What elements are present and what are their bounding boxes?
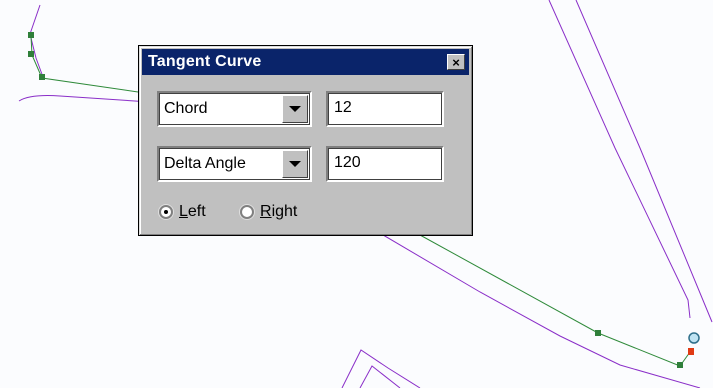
- dialog-titlebar[interactable]: Tangent Curve ×: [142, 49, 469, 75]
- dropdown-arrow-button[interactable]: [282, 150, 308, 178]
- snap-agent-icon: [688, 332, 700, 344]
- delta-angle-field[interactable]: 120: [326, 146, 444, 182]
- left-radio-button[interactable]: [159, 205, 173, 219]
- current-vertex-marker[interactable]: [688, 348, 694, 355]
- sketch-line: [419, 234, 691, 367]
- dialog-title: Tangent Curve: [148, 53, 262, 70]
- close-icon: ×: [452, 54, 460, 70]
- left-radio-option[interactable]: Left: [159, 203, 206, 221]
- right-radio-button[interactable]: [240, 205, 254, 219]
- close-button[interactable]: ×: [447, 54, 465, 70]
- chord-length-field[interactable]: 12: [326, 91, 444, 127]
- parcel-line: [377, 231, 701, 388]
- curve-parameter-1-dropdown[interactable]: Chord: [157, 91, 312, 127]
- sketch-line: [30, 35, 139, 93]
- parcel-line: [18, 95, 151, 103]
- chevron-down-icon: [289, 161, 301, 167]
- curve-parameter-1-value: Chord: [164, 100, 208, 117]
- curve-parameter-2-dropdown[interactable]: Delta Angle: [157, 146, 312, 182]
- parcel-line: [359, 365, 401, 388]
- vertex-marker[interactable]: [28, 32, 34, 38]
- right-radio-option[interactable]: Right: [240, 203, 297, 221]
- curve-parameter-2-value: Delta Angle: [164, 155, 246, 172]
- parcel-line: [341, 349, 421, 388]
- chevron-down-icon: [289, 106, 301, 112]
- tangent-curve-dialog: Tangent Curve × Chord 12 Delta Angle 120…: [138, 45, 473, 236]
- vertex-marker[interactable]: [39, 74, 45, 80]
- vertex-marker[interactable]: [677, 362, 683, 368]
- left-radio-label: Left: [179, 203, 206, 220]
- vertex-marker[interactable]: [28, 51, 34, 57]
- vertex-marker[interactable]: [595, 330, 601, 336]
- parcel-line: [548, 0, 691, 319]
- dropdown-arrow-button[interactable]: [282, 95, 308, 123]
- right-radio-label: Right: [260, 203, 298, 220]
- parcel-line: [575, 0, 713, 323]
